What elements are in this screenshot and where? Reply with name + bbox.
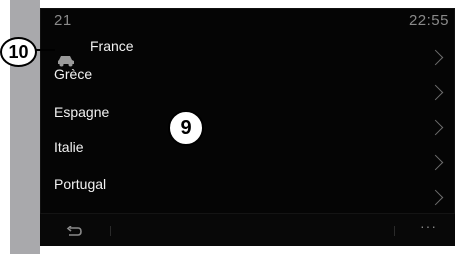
chevron-right-icon[interactable] [427,49,444,66]
bottom-bar: ··· [40,213,455,246]
back-arrow-icon[interactable] [66,226,82,236]
list-item-italie[interactable]: Italie [54,139,84,155]
chevron-right-icon[interactable] [427,154,444,171]
outside-temperature: 21 [54,12,72,29]
screen: 21 22:55 France Grèce Espagne Italie Por… [40,8,455,246]
callout-9: 9 [168,110,204,146]
divider [394,226,395,236]
more-options-icon[interactable]: ··· [420,218,437,234]
list-item-portugal[interactable]: Portugal [54,176,106,192]
list-item-grece[interactable]: Grèce [54,66,92,82]
divider [110,226,111,236]
car-icon [58,56,74,67]
chevron-right-icon[interactable] [427,84,444,101]
chevron-right-icon[interactable] [427,119,444,136]
list-item-espagne[interactable]: Espagne [54,104,109,120]
callout-10: 10 [0,37,37,67]
clock: 22:55 [408,12,449,29]
list-item-france[interactable]: France [90,38,134,54]
chevron-right-icon[interactable] [427,189,444,206]
